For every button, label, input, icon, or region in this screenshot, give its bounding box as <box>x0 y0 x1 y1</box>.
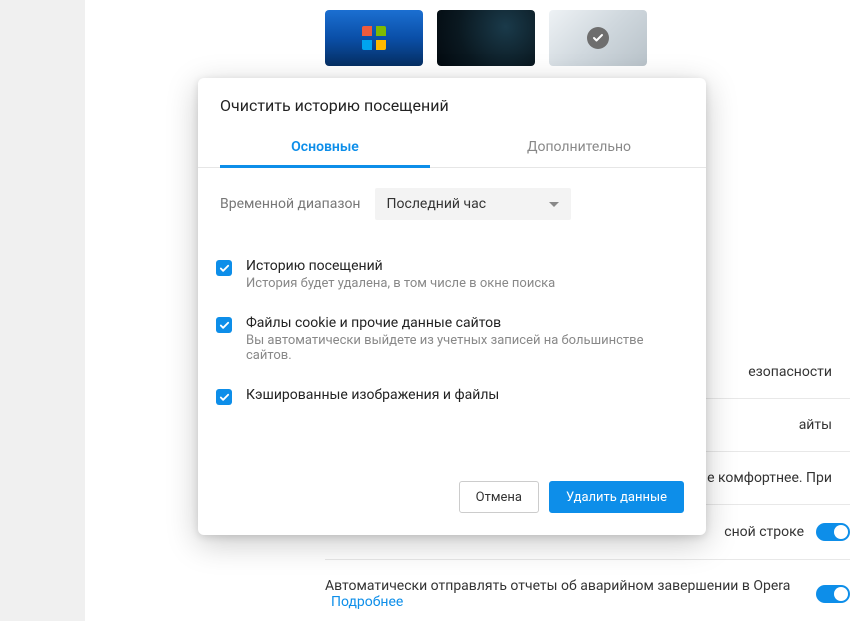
clear-data-button[interactable]: Удалить данные <box>549 481 684 513</box>
option-desc: Вы автоматически выйдете из учетных запи… <box>246 333 684 363</box>
checkbox-cookies[interactable] <box>216 317 232 333</box>
option-browsing-history[interactable]: Историю посещений История будет удалена,… <box>246 258 684 291</box>
modal-overlay: Очистить историю посещений Основные Допо… <box>0 0 850 621</box>
option-cookies[interactable]: Файлы cookie и прочие данные сайтов Вы а… <box>246 315 684 363</box>
checkbox-browsing-history[interactable] <box>216 260 232 276</box>
option-title: Историю посещений <box>246 258 684 274</box>
option-desc: История будет удалена, в том числе в окн… <box>246 276 684 291</box>
checkbox-cached-images[interactable] <box>216 389 232 405</box>
time-range-label: Временной диапазон <box>220 196 361 212</box>
dialog-tabs: Основные Дополнительно <box>198 129 706 168</box>
time-range-select[interactable]: Последний час <box>375 188 571 220</box>
option-title: Файлы cookie и прочие данные сайтов <box>246 315 684 331</box>
dialog-title: Очистить историю посещений <box>198 78 706 129</box>
time-range-value: Последний час <box>387 196 487 212</box>
option-title: Кэшированные изображения и файлы <box>246 387 684 403</box>
chevron-down-icon <box>549 202 559 207</box>
clear-history-dialog: Очистить историю посещений Основные Допо… <box>198 78 706 535</box>
tab-basic[interactable]: Основные <box>198 129 452 167</box>
option-cached-images[interactable]: Кэшированные изображения и файлы <box>246 387 684 403</box>
cancel-button[interactable]: Отмена <box>459 481 539 513</box>
tab-advanced[interactable]: Дополнительно <box>452 129 706 167</box>
